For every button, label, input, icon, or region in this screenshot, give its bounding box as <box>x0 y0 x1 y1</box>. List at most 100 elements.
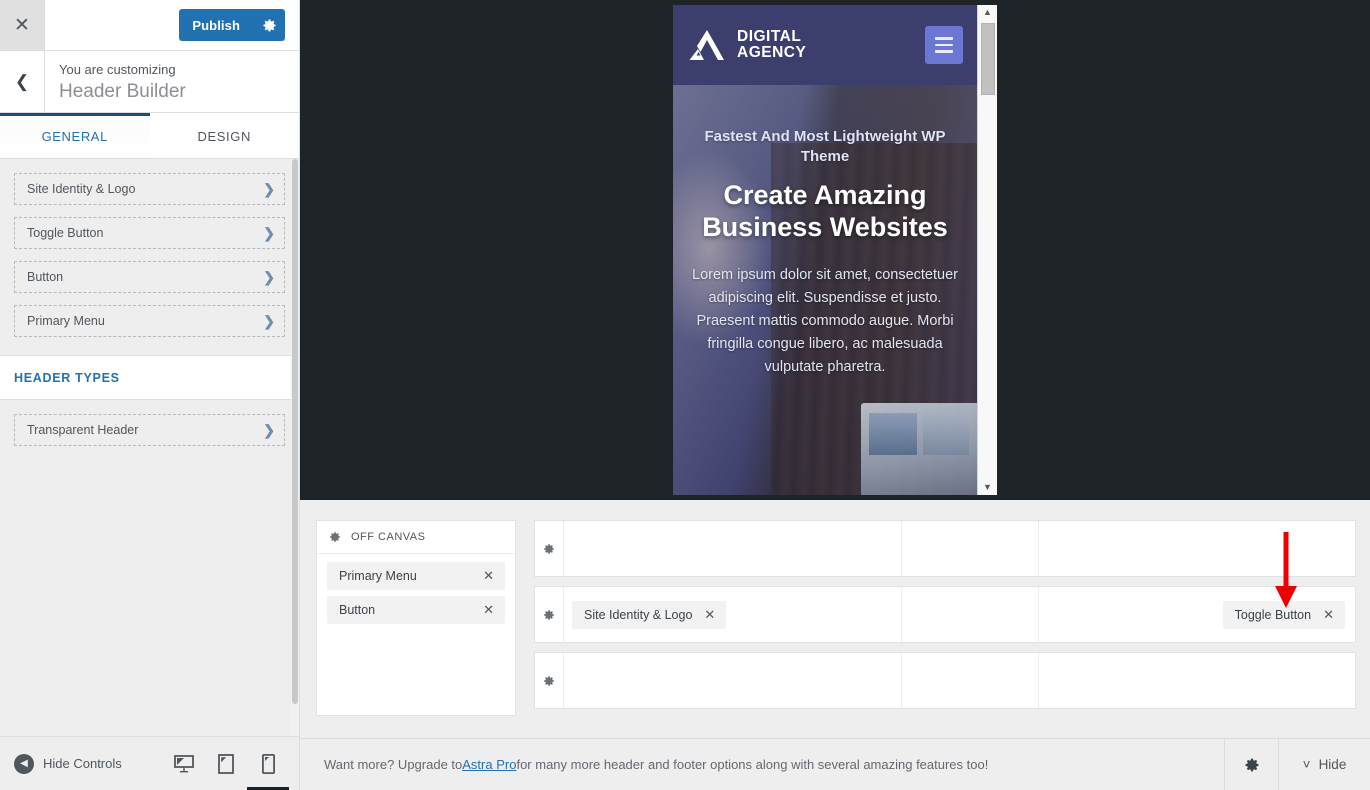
site-title: DIGITAL AGENCY <box>737 29 806 61</box>
gear-icon[interactable] <box>1224 739 1278 790</box>
off-canvas-item-button[interactable]: Button ✕ <box>327 596 505 624</box>
collapse-icon: ◀ <box>14 754 34 774</box>
header-types-section: Transparent Header ❯ <box>0 400 299 464</box>
scroll-up-icon[interactable]: ▲ <box>983 8 992 17</box>
mountain-logo-icon <box>687 28 727 62</box>
astra-pro-link[interactable]: Astra Pro <box>462 757 516 772</box>
above-header-left-slot[interactable] <box>564 521 902 576</box>
publish-button[interactable]: Publish <box>179 9 253 41</box>
primary-header-left-slot[interactable]: Site Identity & Logo ✕ <box>564 587 902 642</box>
panel-header-text: You are customizing Header Builder <box>45 51 299 112</box>
gear-icon[interactable] <box>329 531 341 543</box>
sidebar-footer: ◀ Hide Controls <box>0 736 299 790</box>
sidebar-item-label: Button <box>27 270 63 284</box>
chip-label: Button <box>339 603 375 617</box>
off-canvas-items: Primary Menu ✕ Button ✕ <box>317 554 515 632</box>
site-preview-area: DIGITAL AGENCY Fastest And <box>300 0 1370 500</box>
chip-label: Site Identity & Logo <box>584 608 692 622</box>
upgrade-message-suffix: for many more header and footer options … <box>516 757 988 772</box>
hamburger-bar <box>935 44 953 47</box>
scroll-down-icon[interactable]: ▼ <box>983 483 992 492</box>
hamburger-icon[interactable] <box>925 26 963 64</box>
publish-area: Publish <box>45 0 299 50</box>
sidebar-item-primary-menu[interactable]: Primary Menu ❯ <box>14 305 285 337</box>
sidebar-scroll-region: Site Identity & Logo ❯ Toggle Button ❯ B… <box>0 159 299 736</box>
page-title: Header Builder <box>59 80 299 105</box>
preview-scrollbar[interactable]: ▲ ▼ <box>977 5 997 495</box>
sidebar-scrollbar[interactable] <box>291 159 299 736</box>
below-header-left-slot[interactable] <box>564 653 902 708</box>
gear-icon[interactable] <box>535 587 564 642</box>
tablet-icon <box>218 754 234 774</box>
customizer-sidebar: ✕ Publish ❮ You are customizing Header B <box>0 0 300 790</box>
upgrade-message: Want more? Upgrade to Astra Pro for many… <box>300 739 1224 790</box>
below-header-right-slot[interactable] <box>1039 653 1355 708</box>
chevron-right-icon: ❯ <box>263 181 275 198</box>
primary-header-right-slot[interactable]: Toggle Button ✕ <box>1039 587 1355 642</box>
device-tablet-button[interactable] <box>205 737 247 790</box>
customizer-app: ✕ Publish ❮ You are customizing Header B <box>0 0 1370 790</box>
header-rows: Site Identity & Logo ✕ Toggle Button ✕ <box>534 520 1356 709</box>
above-header-center-slot[interactable] <box>902 521 1039 576</box>
above-header-row <box>534 520 1356 577</box>
section-title-header-types: HEADER TYPES <box>0 355 299 400</box>
hide-builder-button[interactable]: ˅ Hide <box>1278 739 1370 790</box>
hamburger-bar <box>935 37 953 40</box>
header-item-toggle-button[interactable]: Toggle Button ✕ <box>1223 601 1345 629</box>
site-branding[interactable]: DIGITAL AGENCY <box>687 28 806 62</box>
customizer-topbar: ✕ Publish <box>0 0 299 51</box>
chip-label: Toggle Button <box>1235 608 1311 622</box>
chevron-right-icon: ❯ <box>263 269 275 286</box>
hide-label: Hide <box>1319 757 1347 772</box>
gear-icon-svg <box>543 543 555 555</box>
primary-header-row: Site Identity & Logo ✕ Toggle Button ✕ <box>534 586 1356 643</box>
hide-controls-button[interactable]: ◀ Hide Controls <box>14 754 122 774</box>
below-header-center-slot[interactable] <box>902 653 1039 708</box>
site-header: DIGITAL AGENCY <box>673 5 977 85</box>
hero-title: Create Amazing Business Websites <box>691 180 959 244</box>
sidebar-item-button[interactable]: Button ❯ <box>14 261 285 293</box>
preview-scrollbar-thumb[interactable] <box>981 23 995 95</box>
sidebar-item-label: Toggle Button <box>27 226 103 240</box>
panel-header: ❮ You are customizing Header Builder <box>0 51 299 113</box>
publish-group: Publish <box>179 9 285 41</box>
gear-icon-svg <box>1244 757 1260 773</box>
gear-icon-svg <box>543 609 555 621</box>
close-icon[interactable]: ✕ <box>483 568 494 584</box>
close-icon[interactable]: ✕ <box>483 602 494 618</box>
device-desktop-button[interactable] <box>163 737 205 790</box>
sidebar-item-toggle-button[interactable]: Toggle Button ❯ <box>14 217 285 249</box>
sidebar-item-label: Primary Menu <box>27 314 105 328</box>
sidebar-item-label: Site Identity & Logo <box>27 182 135 196</box>
hero-foreground-object <box>861 403 977 495</box>
preview-and-builder: DIGITAL AGENCY Fastest And <box>300 0 1370 790</box>
hero-paragraph: Lorem ipsum dolor sit amet, consectetuer… <box>691 264 959 380</box>
off-canvas-panel: OFF CANVAS Primary Menu ✕ Button ✕ <box>316 520 516 716</box>
panel-tabs: GENERAL DESIGN <box>0 113 299 159</box>
tab-general[interactable]: GENERAL <box>0 113 150 158</box>
off-canvas-item-primary-menu[interactable]: Primary Menu ✕ <box>327 562 505 590</box>
above-header-right-slot[interactable] <box>1039 521 1355 576</box>
device-preview-switcher <box>163 737 289 790</box>
close-icon[interactable]: ✕ <box>704 607 715 623</box>
header-item-site-identity-logo[interactable]: Site Identity & Logo ✕ <box>572 601 726 629</box>
gear-icon-svg <box>262 18 277 33</box>
hero-content: Fastest And Most Lightweight WP Theme Cr… <box>673 85 977 380</box>
primary-header-center-slot[interactable] <box>902 587 1039 642</box>
sidebar-scrollbar-thumb[interactable] <box>292 159 298 704</box>
close-icon[interactable]: ✕ <box>1323 607 1334 623</box>
sidebar-item-site-identity-logo[interactable]: Site Identity & Logo ❯ <box>14 173 285 205</box>
chevron-right-icon: ❯ <box>263 422 275 439</box>
tab-design[interactable]: DESIGN <box>150 113 300 158</box>
close-icon[interactable]: ✕ <box>0 0 45 50</box>
sidebar-item-transparent-header[interactable]: Transparent Header ❯ <box>14 414 285 446</box>
gear-icon[interactable] <box>535 521 564 576</box>
previewed-site: DIGITAL AGENCY Fastest And <box>673 5 977 495</box>
hamburger-bar <box>935 50 953 53</box>
header-elements-section: Site Identity & Logo ❯ Toggle Button ❯ B… <box>0 159 299 355</box>
gear-icon[interactable] <box>535 653 564 708</box>
off-canvas-header: OFF CANVAS <box>317 521 515 554</box>
chevron-left-icon[interactable]: ❮ <box>0 51 45 112</box>
device-mobile-button[interactable] <box>247 737 289 790</box>
gear-icon[interactable] <box>253 9 285 41</box>
